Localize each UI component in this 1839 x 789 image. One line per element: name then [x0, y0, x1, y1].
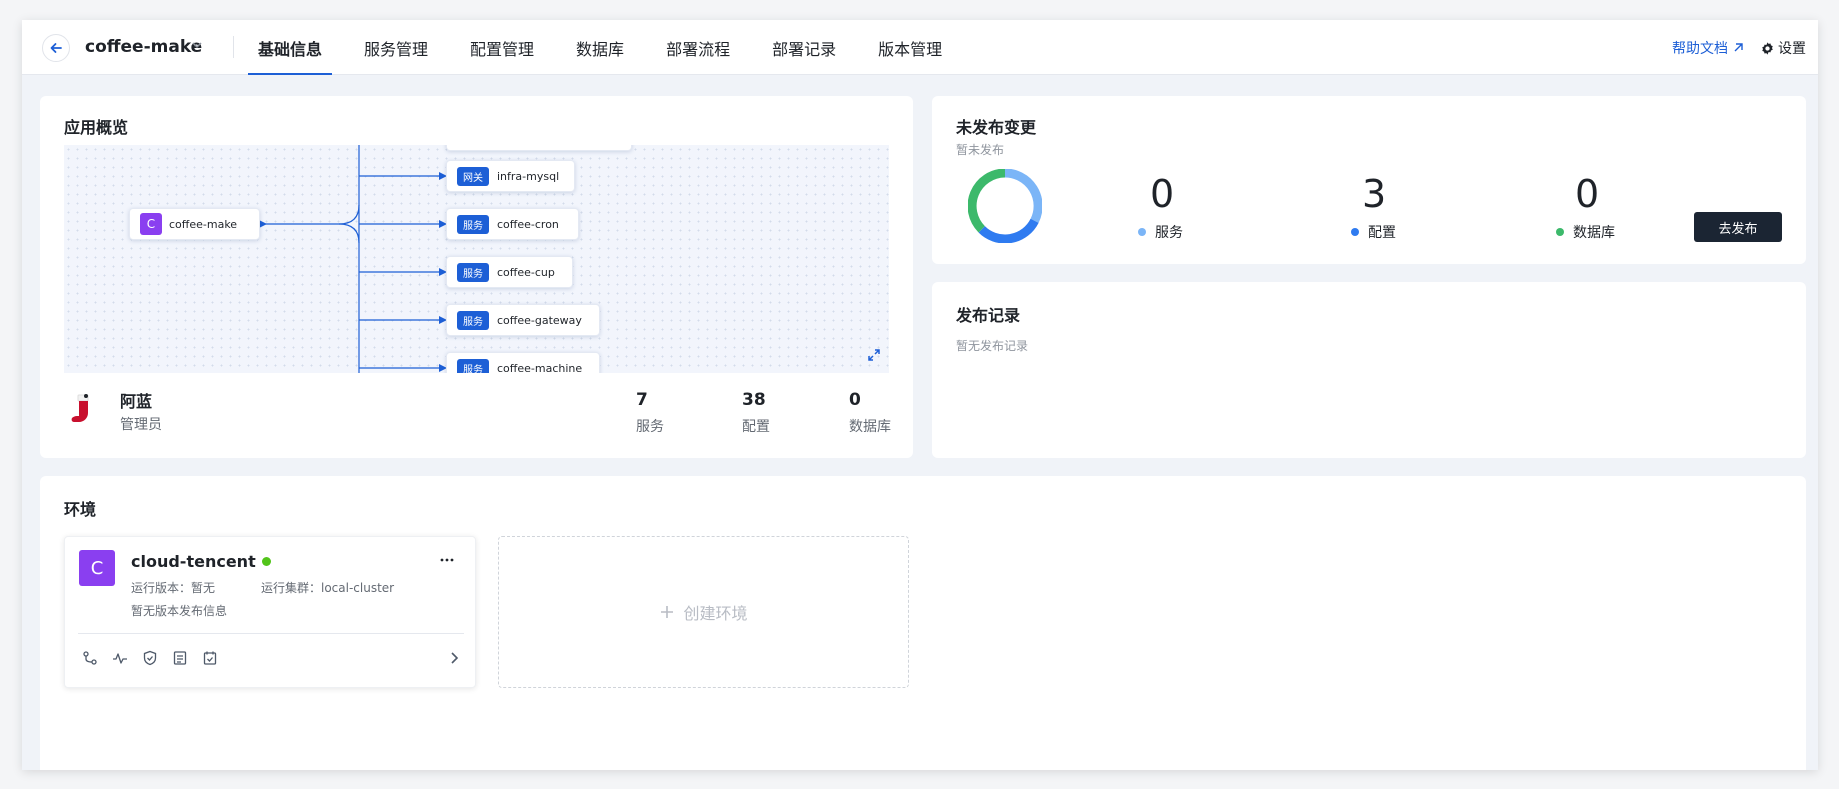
env-release-info: 暂无版本发布信息: [131, 604, 228, 618]
topology-node[interactable]: 服务 coffee-machine: [446, 352, 600, 373]
branch-icon[interactable]: [82, 650, 98, 666]
topology-root-node[interactable]: C coffee-make: [129, 208, 260, 240]
env-name-row: cloud-tencent: [131, 552, 271, 571]
plus-icon: [661, 606, 674, 618]
environments-title: 环境: [64, 500, 97, 519]
overview-title: 应用概览: [64, 118, 129, 137]
document-list-icon[interactable]: [172, 650, 188, 666]
topology-node[interactable]: 服务 coffee-gateway: [446, 304, 600, 336]
node-tag: 服务: [457, 358, 489, 373]
legend-databases: 数据库: [1556, 222, 1615, 242]
arrow-left-icon: [50, 43, 62, 53]
legend-configs-label: 配置: [1368, 225, 1396, 241]
help-docs-link[interactable]: 帮助文档: [1672, 38, 1744, 58]
topology-node[interactable]: 服务 coffee-cron: [446, 208, 579, 240]
node-name: coffee-cron: [497, 217, 559, 231]
topology-node[interactable]: 网关 infra-mysql: [446, 160, 575, 192]
env-cluster: 运行集群：local-cluster: [261, 581, 395, 595]
unpublished-subtitle: 暂未发布: [956, 143, 1005, 157]
stat-databases-label: 数据库: [849, 419, 891, 435]
node-tag: 网关: [457, 166, 489, 186]
legend-services: 服务: [1138, 222, 1183, 242]
unpublished-configs-value: 3: [1362, 172, 1387, 216]
root-node-name: coffee-make: [169, 217, 238, 231]
env-status-dot: [261, 557, 271, 566]
publish-records-card: 发布记录 暂无发布记录: [932, 282, 1806, 458]
tab-config-management[interactable]: 配置管理: [460, 20, 544, 75]
activity-icon[interactable]: [112, 650, 128, 666]
unpublished-databases-value: 0: [1575, 172, 1600, 216]
topology-node-partial[interactable]: [446, 145, 632, 151]
node-name: coffee-machine: [497, 361, 583, 374]
env-name: cloud-tencent: [131, 552, 256, 571]
legend-dot-configs: [1351, 228, 1359, 236]
app-name[interactable]: coffee-make: [85, 37, 202, 57]
legend-databases-label: 数据库: [1573, 225, 1615, 241]
env-avatar: C: [79, 550, 115, 586]
tab-deploy-records[interactable]: 部署记录: [762, 20, 846, 75]
node-tag: 服务: [457, 262, 489, 282]
topology-canvas[interactable]: C coffee-make 网关 infra-mysql 服务 coffee-c…: [64, 145, 889, 373]
shield-check-icon[interactable]: [142, 650, 158, 666]
publish-button[interactable]: 去发布: [1694, 212, 1782, 242]
external-link-icon: [1734, 43, 1743, 52]
main-tabs: 基础信息 服务管理 配置管理 数据库 部署流程 部署记录 版本管理: [248, 20, 974, 75]
settings-label: 设置: [1778, 41, 1806, 57]
app-window: coffee-make 基础信息 服务管理 配置管理 数据库 部署流程 部署记录…: [22, 20, 1818, 770]
tab-version-management[interactable]: 版本管理: [868, 20, 952, 75]
root-node-avatar: C: [140, 213, 162, 235]
node-tag: 服务: [457, 310, 489, 330]
calendar-check-icon[interactable]: [202, 650, 218, 666]
unpublished-changes-card: 未发布变更 暂未发布 0 服务 3 配置 0 数据库 去发布: [932, 96, 1806, 264]
top-header: coffee-make 基础信息 服务管理 配置管理 数据库 部署流程 部署记录…: [22, 20, 1818, 75]
unpublished-services-value: 0: [1150, 172, 1175, 216]
stat-databases-value: 0: [849, 390, 861, 410]
records-empty-text: 暂无发布记录: [956, 339, 1029, 353]
legend-dot-services: [1138, 228, 1146, 236]
expand-icon[interactable]: [867, 348, 881, 362]
records-title: 发布记录: [956, 306, 1021, 325]
overview-card: 应用概览 C coffee-make 网关 infra-mysql 服务 cof…: [40, 96, 913, 458]
chevron-right-icon[interactable]: [448, 650, 462, 666]
tab-basic-info[interactable]: 基础信息: [248, 20, 333, 75]
env-card-divider: [78, 633, 464, 634]
node-name: coffee-cup: [497, 265, 555, 279]
stat-services-label: 服务: [636, 419, 664, 435]
node-tag: 服务: [457, 214, 489, 234]
env-version: 运行版本：暂无: [131, 581, 216, 595]
stocking-avatar-icon: [71, 394, 89, 422]
legend-configs: 配置: [1351, 222, 1396, 242]
stat-configs-value: 38: [742, 390, 766, 410]
tab-database[interactable]: 数据库: [566, 20, 634, 75]
create-environment-button[interactable]: 创建环境: [498, 536, 909, 688]
more-options-icon[interactable]: [439, 557, 455, 563]
settings-button[interactable]: 设置: [1760, 38, 1806, 58]
environment-card[interactable]: C cloud-tencent 运行版本：暂无 运行集群：local-clust…: [64, 536, 476, 688]
owner-name: 阿蓝: [120, 392, 153, 411]
tab-deploy-flow[interactable]: 部署流程: [656, 20, 740, 75]
legend-services-label: 服务: [1155, 225, 1183, 241]
node-name: infra-mysql: [497, 169, 560, 183]
help-docs-label: 帮助文档: [1672, 41, 1728, 57]
unpublished-title: 未发布变更: [956, 118, 1037, 137]
stat-services-value: 7: [636, 390, 648, 410]
legend-dot-databases: [1556, 228, 1564, 236]
create-environment-label: 创建环境: [683, 604, 748, 623]
topology-node[interactable]: 服务 coffee-cup: [446, 256, 573, 288]
gear-icon: [1762, 41, 1773, 55]
environments-card: 环境 C cloud-tencent 运行版本：暂无 运行集群：local-cl…: [40, 476, 1806, 770]
header-divider: [233, 36, 234, 58]
owner-role: 管理员: [120, 417, 162, 433]
changes-donut-chart: [968, 169, 1042, 243]
chevron-down-icon[interactable]: [190, 38, 204, 52]
stat-configs-label: 配置: [742, 419, 770, 435]
back-button[interactable]: [42, 34, 70, 62]
tab-service-management[interactable]: 服务管理: [354, 20, 438, 75]
node-name: coffee-gateway: [497, 313, 582, 327]
